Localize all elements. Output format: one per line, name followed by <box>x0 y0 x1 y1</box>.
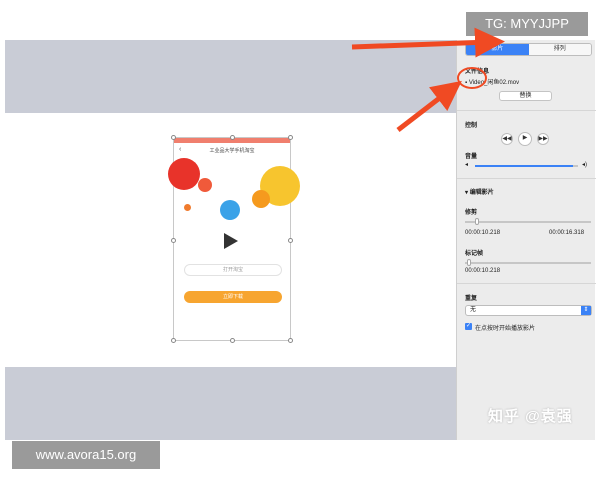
poster-frame-slider[interactable] <box>465 259 591 266</box>
play-icon[interactable]: ▶ <box>518 132 532 146</box>
play-overlay-icon[interactable] <box>224 233 238 249</box>
tg-watermark: TG: MYYJJPP <box>466 12 588 36</box>
disclosure-triangle-icon[interactable]: ▾ <box>465 190 468 196</box>
orange-balloon-shape <box>252 190 270 208</box>
resize-handle[interactable] <box>171 135 176 140</box>
file-info-label: 文件信息 <box>465 69 490 75</box>
volume-fill <box>475 165 573 167</box>
resize-handle[interactable] <box>230 135 235 140</box>
resize-handle[interactable] <box>171 338 176 343</box>
divider <box>457 178 596 179</box>
file-name: Video_闲鱼02.mov <box>468 80 520 86</box>
forward-icon[interactable]: ▶▶ <box>537 133 549 145</box>
divider <box>457 283 596 284</box>
volume-high-icon: ◂) <box>582 162 588 168</box>
file-name-row: ▪ Video_闲鱼02.mov <box>465 77 519 86</box>
trim-end-time: 00:00:16.318 <box>549 230 585 236</box>
resize-handle[interactable] <box>288 338 293 343</box>
resize-handle[interactable] <box>171 238 176 243</box>
edit-movie-label: 编辑影片 <box>469 190 494 196</box>
orange-dot-shape <box>184 204 191 211</box>
volume-slider[interactable] <box>475 165 578 167</box>
slide-canvas-area: ‹ 工业品大学手机淘宝 打开淘宝 立即下载 <box>5 40 456 440</box>
red-balloon-shape <box>168 158 200 190</box>
site-watermark: www.avora15.org <box>12 441 160 469</box>
tab-arrange[interactable]: 排列 <box>528 44 591 55</box>
inspector-panel: 影片 排列 文件信息 ▪ Video_闲鱼02.mov 替换 控制 ◀◀ ▶ ▶… <box>456 40 596 440</box>
repeat-value: 无 <box>470 307 477 313</box>
control-label: 控制 <box>465 123 478 129</box>
volume-label: 音量 <box>465 154 478 160</box>
movie-file-icon: ▪ <box>465 80 468 86</box>
replace-button[interactable]: 替换 <box>499 91 552 101</box>
select-arrows-icon: ⇕ <box>581 306 591 315</box>
poster-frame-label: 标记帧 <box>465 251 484 257</box>
edit-movie-header[interactable]: ▾ 编辑影片 <box>465 187 494 196</box>
trim-slider[interactable] <box>465 218 591 225</box>
poster-frame-handle[interactable] <box>467 259 471 266</box>
trim-start-time: 00:00:10.218 <box>465 230 501 236</box>
autoplay-checkbox[interactable]: ✓ <box>465 323 472 330</box>
resize-handle[interactable] <box>230 338 235 343</box>
slide[interactable]: ‹ 工业品大学手机淘宝 打开淘宝 立即下载 <box>5 113 456 367</box>
zhihu-watermark: 知乎 @袁强 <box>488 408 573 425</box>
autoplay-label: 在点按时开始播放影片 <box>475 326 536 332</box>
inspector-tabs: 影片 排列 <box>465 43 592 56</box>
screenshot-root: { "phone_screen": { "nav_title": "工业品大学手… <box>0 0 600 480</box>
resize-handle[interactable] <box>288 135 293 140</box>
red-balloon-shape <box>198 178 212 192</box>
divider <box>457 110 596 111</box>
volume-low-icon: ◂ <box>465 162 469 168</box>
phone-mockup-video[interactable]: ‹ 工业品大学手机淘宝 打开淘宝 立即下载 <box>168 135 300 343</box>
trim-label: 修剪 <box>465 210 478 216</box>
tab-movie[interactable]: 影片 <box>466 44 529 55</box>
phone-nav-title: 工业品大学手机淘宝 <box>209 148 255 154</box>
phone-download-button: 立即下载 <box>184 291 282 303</box>
blue-balloon-shape <box>220 200 240 220</box>
trim-start-handle[interactable] <box>475 218 479 225</box>
resize-handle[interactable] <box>288 238 293 243</box>
repeat-label: 重复 <box>465 296 478 302</box>
phone-input: 打开淘宝 <box>184 264 282 276</box>
rewind-icon[interactable]: ◀◀ <box>501 133 513 145</box>
repeat-select[interactable]: 无 ⇕ <box>465 305 592 316</box>
poster-frame-time: 00:00:10.218 <box>465 268 501 274</box>
